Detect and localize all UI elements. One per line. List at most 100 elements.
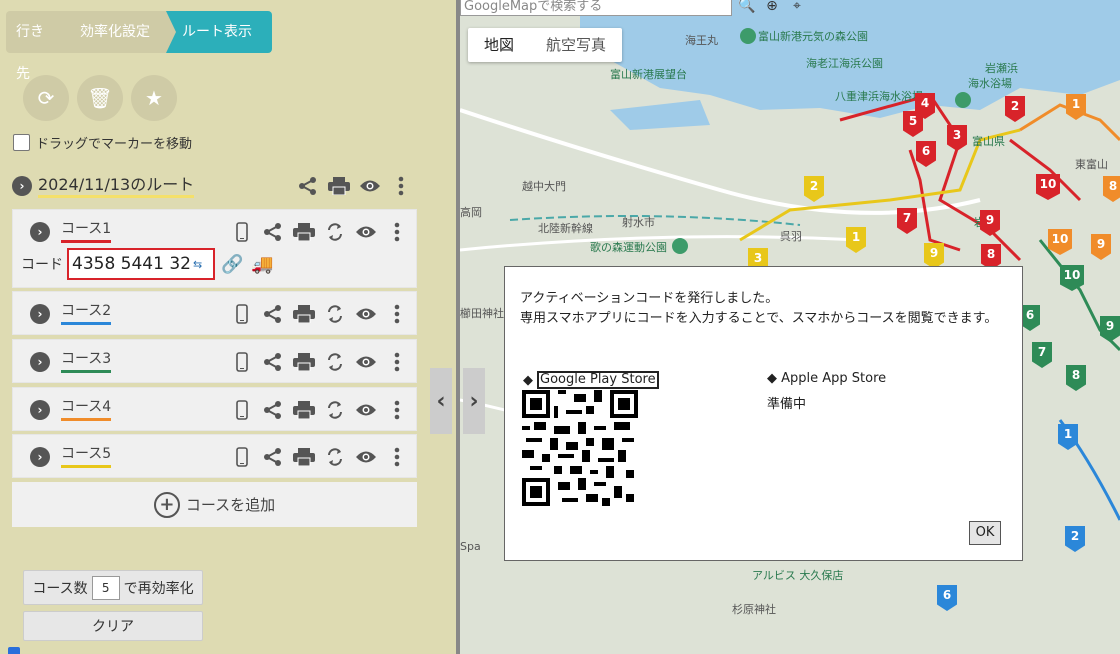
recalculate-icon[interactable] xyxy=(319,300,350,328)
map-label: 北陸新幹線 xyxy=(538,222,593,235)
course-expand-icon[interactable]: › xyxy=(30,447,50,467)
share-icon[interactable] xyxy=(257,396,288,424)
search-icon[interactable]: 🔍 xyxy=(737,0,757,16)
google-play-link[interactable]: Google Play Store xyxy=(537,371,659,389)
step-destination[interactable]: 行き先 xyxy=(6,11,76,82)
eye-icon[interactable] xyxy=(350,443,381,471)
more-menu-icon[interactable] xyxy=(381,396,412,424)
course-actions xyxy=(226,300,412,328)
route-expand-icon[interactable]: › xyxy=(12,176,32,196)
copy-icon[interactable]: ⇆ xyxy=(193,258,202,271)
course-count-input[interactable]: 5 xyxy=(91,575,120,600)
map-label: 富山新港元気の森公園 xyxy=(758,30,868,43)
print-icon[interactable] xyxy=(323,172,354,200)
more-menu-icon[interactable] xyxy=(381,300,412,328)
share-icon[interactable] xyxy=(257,348,288,376)
phone-icon[interactable] xyxy=(226,300,257,328)
reoptimize-suffix: で再効率化 xyxy=(123,580,194,597)
course-expand-icon[interactable]: › xyxy=(30,352,50,372)
chevron-left-icon: ‹ xyxy=(436,388,446,414)
eye-icon[interactable] xyxy=(354,172,385,200)
add-course-button[interactable]: + コースを追加 xyxy=(12,482,417,527)
clear-button[interactable]: クリア xyxy=(23,611,203,641)
refresh-button[interactable]: ⟳ xyxy=(23,75,69,121)
eye-icon[interactable] xyxy=(350,348,381,376)
print-icon[interactable] xyxy=(288,218,319,246)
more-menu-icon[interactable] xyxy=(381,218,412,246)
map-label: 海老江海浜公園 xyxy=(806,57,883,70)
eye-icon[interactable] xyxy=(350,396,381,424)
activation-dialog: アクティベーションコードを発行しました。 専用スマホアプリにコードを入力すること… xyxy=(504,266,1023,561)
activation-code-field[interactable]: 4358 5441 32 ⇆ xyxy=(67,248,215,280)
course-name[interactable]: コース2 xyxy=(61,302,111,320)
course-expand-icon[interactable]: › xyxy=(30,400,50,420)
share-icon[interactable] xyxy=(257,443,288,471)
course-color-bar xyxy=(61,418,111,421)
map-label: 射水市 xyxy=(622,216,655,229)
delete-button[interactable]: 🗑 xyxy=(77,75,123,121)
course-color-bar xyxy=(61,322,111,325)
expand-panel-button[interactable]: › xyxy=(463,368,485,434)
course-actions xyxy=(226,443,412,471)
reoptimize-button[interactable]: コース数 5 で再効率化 xyxy=(23,570,203,605)
collapse-panel-button[interactable]: ‹ xyxy=(430,368,452,434)
course-item-1: › コース1 コード 4358 5441 32 ⇆ 🔗 🚚 xyxy=(12,209,417,288)
course-name[interactable]: コース4 xyxy=(61,398,111,416)
share-icon[interactable] xyxy=(257,218,288,246)
park-icon xyxy=(955,92,971,108)
route-title: 2024/11/13のルート xyxy=(38,175,195,198)
course-name[interactable]: コース3 xyxy=(61,350,111,368)
map-search-input[interactable]: GoogleMapで検索する xyxy=(460,0,732,16)
park-icon xyxy=(740,28,756,44)
recalculate-icon[interactable] xyxy=(319,348,350,376)
recalculate-icon[interactable] xyxy=(319,396,350,424)
map-label: 東富山 xyxy=(1075,158,1108,171)
eye-icon[interactable] xyxy=(350,218,381,246)
more-menu-icon[interactable] xyxy=(381,443,412,471)
course-name[interactable]: コース5 xyxy=(61,445,111,463)
step-route-display[interactable]: ルート表示 xyxy=(166,11,272,53)
favorite-button[interactable]: ★ xyxy=(131,75,177,121)
print-icon[interactable] xyxy=(288,443,319,471)
phone-icon[interactable] xyxy=(226,396,257,424)
recalculate-icon[interactable] xyxy=(319,218,350,246)
share-icon[interactable] xyxy=(292,172,323,200)
left-panel: 行き先 効率化設定 ルート表示 ⟳ 🗑 ★ ドラッグでマーカーを移動 › 202… xyxy=(0,0,456,654)
chevron-right-icon: › xyxy=(469,388,479,414)
diamond-icon: ◆ xyxy=(767,371,777,386)
recalculate-icon[interactable] xyxy=(319,443,350,471)
share-icon[interactable] xyxy=(257,300,288,328)
map-type-map[interactable]: 地図 xyxy=(468,28,530,62)
more-menu-icon[interactable] xyxy=(381,348,412,376)
truck-search-icon[interactable]: 🚚 xyxy=(251,254,273,275)
print-icon[interactable] xyxy=(288,300,319,328)
bottom-checkbox[interactable] xyxy=(8,647,20,654)
map-label: 八重津浜海水浴場 xyxy=(835,90,923,103)
phone-icon[interactable] xyxy=(226,218,257,246)
drag-marker-option: ドラッグでマーカーを移動 xyxy=(13,133,192,152)
more-menu-icon[interactable] xyxy=(385,172,416,200)
print-icon[interactable] xyxy=(288,396,319,424)
course-name[interactable]: コース1 xyxy=(61,220,111,238)
reoptimize-prefix: コース数 xyxy=(32,580,88,597)
step-optimization-settings[interactable]: 効率化設定 xyxy=(66,11,176,53)
ok-button[interactable]: OK xyxy=(969,521,1001,545)
map-type-satellite[interactable]: 航空写真 xyxy=(530,28,622,62)
route-actions xyxy=(292,172,416,200)
phone-icon[interactable] xyxy=(226,348,257,376)
refresh-icon: ⟳ xyxy=(37,86,55,110)
link-icon[interactable]: 🔗 xyxy=(221,254,243,275)
map-type-control: 地図 航空写真 xyxy=(468,28,623,62)
print-icon[interactable] xyxy=(288,348,319,376)
zoom-in-icon[interactable]: ⊕ xyxy=(762,0,782,16)
phone-icon[interactable] xyxy=(226,443,257,471)
course-expand-icon[interactable]: › xyxy=(30,222,50,242)
route-header: › 2024/11/13のルート xyxy=(12,172,416,200)
locate-icon[interactable]: ⌖ xyxy=(787,0,807,16)
drag-marker-checkbox[interactable] xyxy=(13,134,30,151)
eye-icon[interactable] xyxy=(350,300,381,328)
course-actions xyxy=(226,396,412,424)
course-expand-icon[interactable]: › xyxy=(30,304,50,324)
code-label: コード xyxy=(21,257,63,273)
step-navigation: 行き先 効率化設定 ルート表示 xyxy=(6,11,272,82)
